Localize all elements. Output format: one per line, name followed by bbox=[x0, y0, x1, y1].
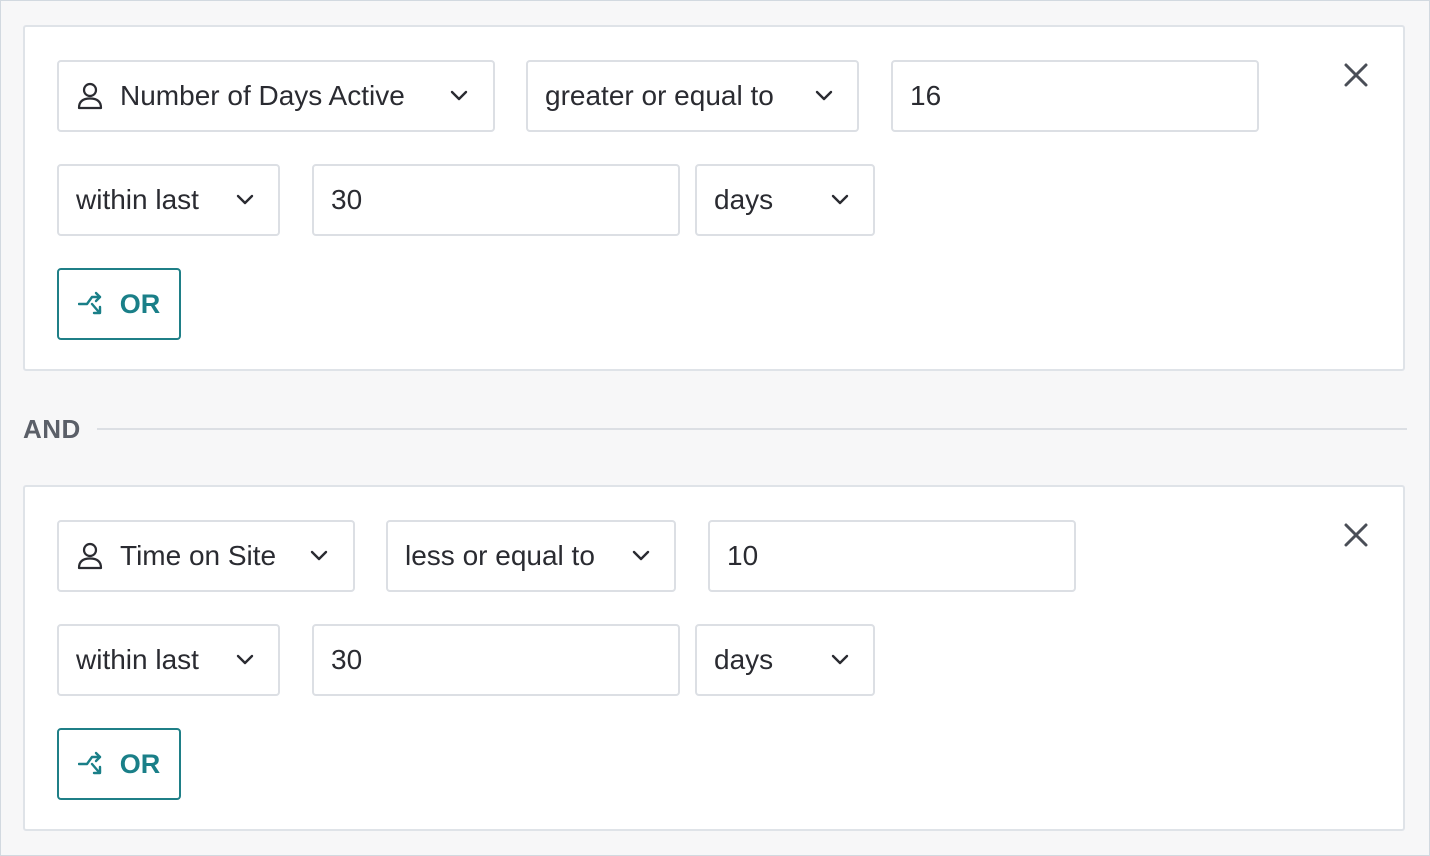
timeframe-select[interactable]: within last bbox=[57, 624, 280, 696]
period-value-input[interactable]: 30 bbox=[312, 164, 680, 236]
filter-builder: Number of Days Active greater or equal t… bbox=[0, 0, 1430, 856]
timeframe-label: within last bbox=[76, 184, 199, 215]
chevron-down-icon bbox=[450, 90, 468, 101]
property-select[interactable]: Time on Site bbox=[57, 520, 355, 592]
person-icon bbox=[77, 82, 103, 110]
branch-icon bbox=[77, 751, 101, 775]
and-separator: AND bbox=[23, 413, 1407, 445]
close-icon[interactable] bbox=[1339, 58, 1373, 92]
and-label: AND bbox=[23, 413, 81, 444]
timeframe-select[interactable]: within last bbox=[57, 164, 280, 236]
chevron-down-icon bbox=[815, 90, 833, 101]
operator-label: less or equal to bbox=[405, 540, 595, 571]
timeframe-label: within last bbox=[76, 644, 199, 675]
or-button[interactable]: OR bbox=[57, 268, 181, 340]
value-input[interactable]: 10 bbox=[708, 520, 1076, 592]
chevron-down-icon bbox=[831, 194, 849, 205]
chevron-down-icon bbox=[236, 194, 254, 205]
value-input[interactable]: 16 bbox=[891, 60, 1259, 132]
close-icon[interactable] bbox=[1339, 518, 1373, 552]
or-button[interactable]: OR bbox=[57, 728, 181, 800]
period-value-text: 30 bbox=[331, 184, 363, 215]
operator-select[interactable]: greater or equal to bbox=[526, 60, 859, 132]
property-select[interactable]: Number of Days Active bbox=[57, 60, 495, 132]
branch-icon bbox=[77, 291, 101, 315]
period-unit-select[interactable]: days bbox=[695, 624, 875, 696]
period-unit-label: days bbox=[714, 644, 774, 675]
chevron-down-icon bbox=[236, 654, 254, 665]
divider bbox=[96, 428, 1407, 430]
operator-label: greater or equal to bbox=[545, 80, 774, 111]
or-label: OR bbox=[119, 288, 161, 319]
property-label: Number of Days Active bbox=[120, 80, 405, 111]
period-value-input[interactable]: 30 bbox=[312, 624, 680, 696]
value-text: 16 bbox=[910, 80, 942, 111]
property-label: Time on Site bbox=[120, 540, 277, 571]
or-label: OR bbox=[119, 748, 161, 779]
period-unit-label: days bbox=[714, 184, 774, 215]
chevron-down-icon bbox=[310, 550, 328, 561]
condition-card-2: Time on Site less or equal to 10 within … bbox=[23, 485, 1405, 831]
condition-card-1: Number of Days Active greater or equal t… bbox=[23, 25, 1405, 371]
period-unit-select[interactable]: days bbox=[695, 164, 875, 236]
period-value-text: 30 bbox=[331, 644, 363, 675]
person-icon bbox=[77, 542, 103, 570]
chevron-down-icon bbox=[831, 654, 849, 665]
value-text: 10 bbox=[727, 540, 759, 571]
operator-select[interactable]: less or equal to bbox=[386, 520, 676, 592]
chevron-down-icon bbox=[632, 550, 650, 561]
